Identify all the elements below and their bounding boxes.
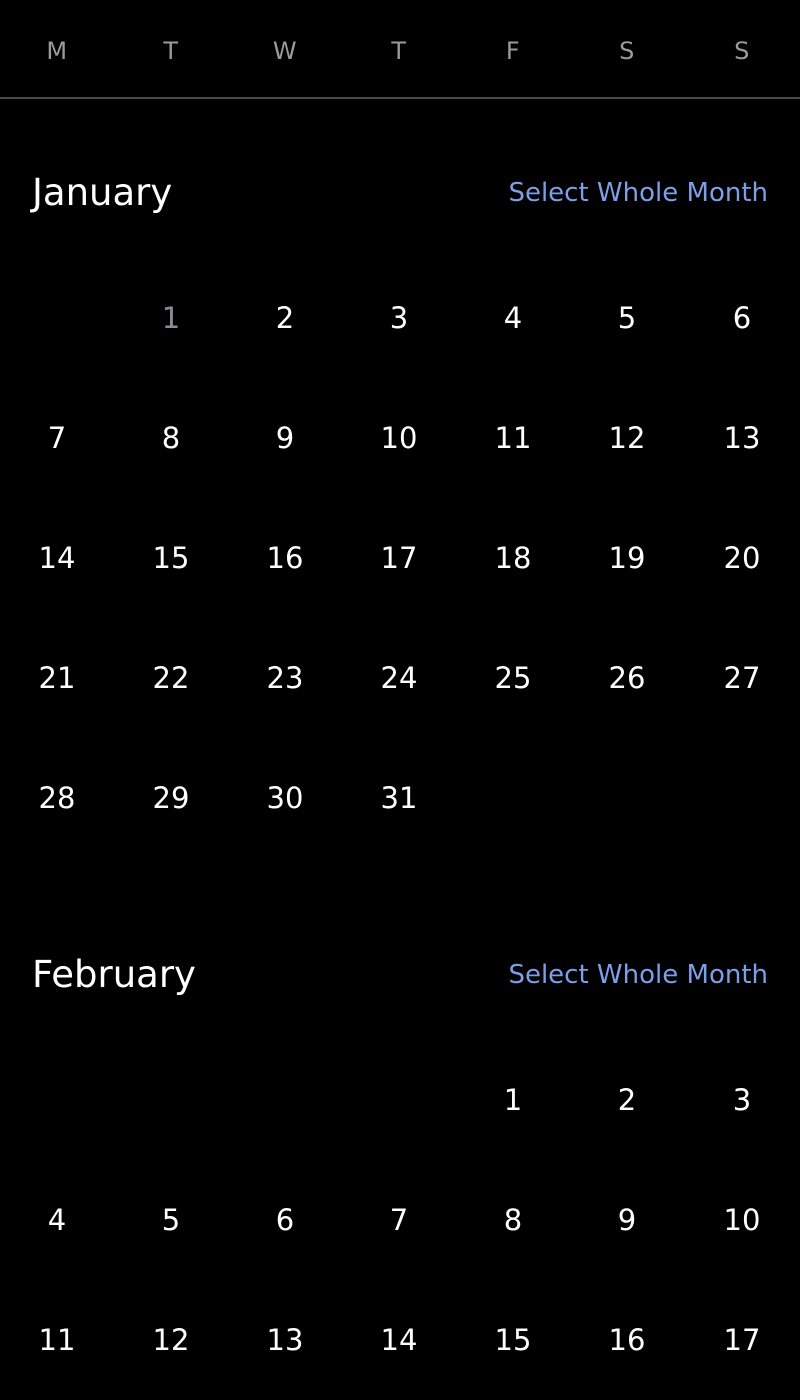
day-cell[interactable]: 2 xyxy=(582,1070,672,1130)
day-cell[interactable]: 5 xyxy=(582,288,672,348)
day-cell[interactable]: 4 xyxy=(468,288,558,348)
day-cell[interactable]: 30 xyxy=(240,768,330,828)
day-cell[interactable]: 8 xyxy=(468,1190,558,1250)
day-cell[interactable]: 3 xyxy=(697,1070,787,1130)
day-cell[interactable]: 28 xyxy=(12,768,102,828)
day-cell[interactable]: 16 xyxy=(240,528,330,588)
day-cell[interactable]: 17 xyxy=(697,1310,787,1370)
day-cell[interactable]: 13 xyxy=(697,408,787,468)
day-cell[interactable]: 18 xyxy=(468,528,558,588)
month-header-february: February Select Whole Month xyxy=(0,945,800,1005)
day-cell[interactable]: 15 xyxy=(468,1310,558,1370)
day-cell[interactable]: 10 xyxy=(697,1190,787,1250)
weekday-monday: M xyxy=(46,37,68,65)
select-whole-month-button[interactable]: Select Whole Month xyxy=(508,163,768,223)
weekday-header: M T W T F S S xyxy=(0,0,800,99)
day-cell: 1 xyxy=(161,301,181,335)
day-cell[interactable]: 25 xyxy=(468,648,558,708)
day-cell[interactable]: 19 xyxy=(582,528,672,588)
day-cell[interactable]: 10 xyxy=(354,408,444,468)
day-cell[interactable]: 17 xyxy=(354,528,444,588)
month-title: January xyxy=(32,171,173,214)
day-cell[interactable]: 12 xyxy=(582,408,672,468)
day-cell[interactable]: 13 xyxy=(240,1310,330,1370)
day-cell[interactable]: 16 xyxy=(582,1310,672,1370)
day-cell[interactable]: 4 xyxy=(12,1190,102,1250)
day-cell[interactable]: 11 xyxy=(12,1310,102,1370)
month-title: February xyxy=(32,953,196,996)
weekday-thursday: T xyxy=(391,37,407,65)
day-cell[interactable]: 20 xyxy=(697,528,787,588)
calendar-range-picker: M T W T F S S January Select Whole Month… xyxy=(0,0,800,1400)
day-cell[interactable]: 14 xyxy=(12,528,102,588)
day-cell[interactable]: 23 xyxy=(240,648,330,708)
day-cell[interactable]: 8 xyxy=(126,408,216,468)
day-cell[interactable]: 15 xyxy=(126,528,216,588)
day-cell[interactable]: 14 xyxy=(354,1310,444,1370)
weekday-sunday: S xyxy=(734,37,750,65)
day-cell[interactable]: 12 xyxy=(126,1310,216,1370)
day-cell[interactable]: 9 xyxy=(582,1190,672,1250)
day-cell[interactable]: 1 xyxy=(468,1070,558,1130)
select-whole-month-button[interactable]: Select Whole Month xyxy=(508,945,768,1005)
weekday-tuesday: T xyxy=(163,37,179,65)
day-cell[interactable]: 26 xyxy=(582,648,672,708)
weekday-wednesday: W xyxy=(272,37,298,65)
day-cell[interactable]: 9 xyxy=(240,408,330,468)
day-cell[interactable]: 2 xyxy=(240,288,330,348)
day-cell[interactable]: 7 xyxy=(354,1190,444,1250)
day-cell[interactable]: 24 xyxy=(354,648,444,708)
day-cell[interactable]: 22 xyxy=(126,648,216,708)
day-cell[interactable]: 11 xyxy=(468,408,558,468)
day-cell[interactable]: 27 xyxy=(697,648,787,708)
month-header-january: January Select Whole Month xyxy=(0,163,800,223)
day-cell[interactable]: 3 xyxy=(354,288,444,348)
day-cell[interactable]: 5 xyxy=(126,1190,216,1250)
day-cell[interactable]: 6 xyxy=(240,1190,330,1250)
day-cell[interactable]: 6 xyxy=(697,288,787,348)
weekday-friday: F xyxy=(505,37,521,65)
day-cell[interactable]: 21 xyxy=(12,648,102,708)
weekday-saturday: S xyxy=(619,37,635,65)
day-cell[interactable]: 31 xyxy=(354,768,444,828)
day-cell[interactable]: 7 xyxy=(12,408,102,468)
day-cell[interactable]: 29 xyxy=(126,768,216,828)
